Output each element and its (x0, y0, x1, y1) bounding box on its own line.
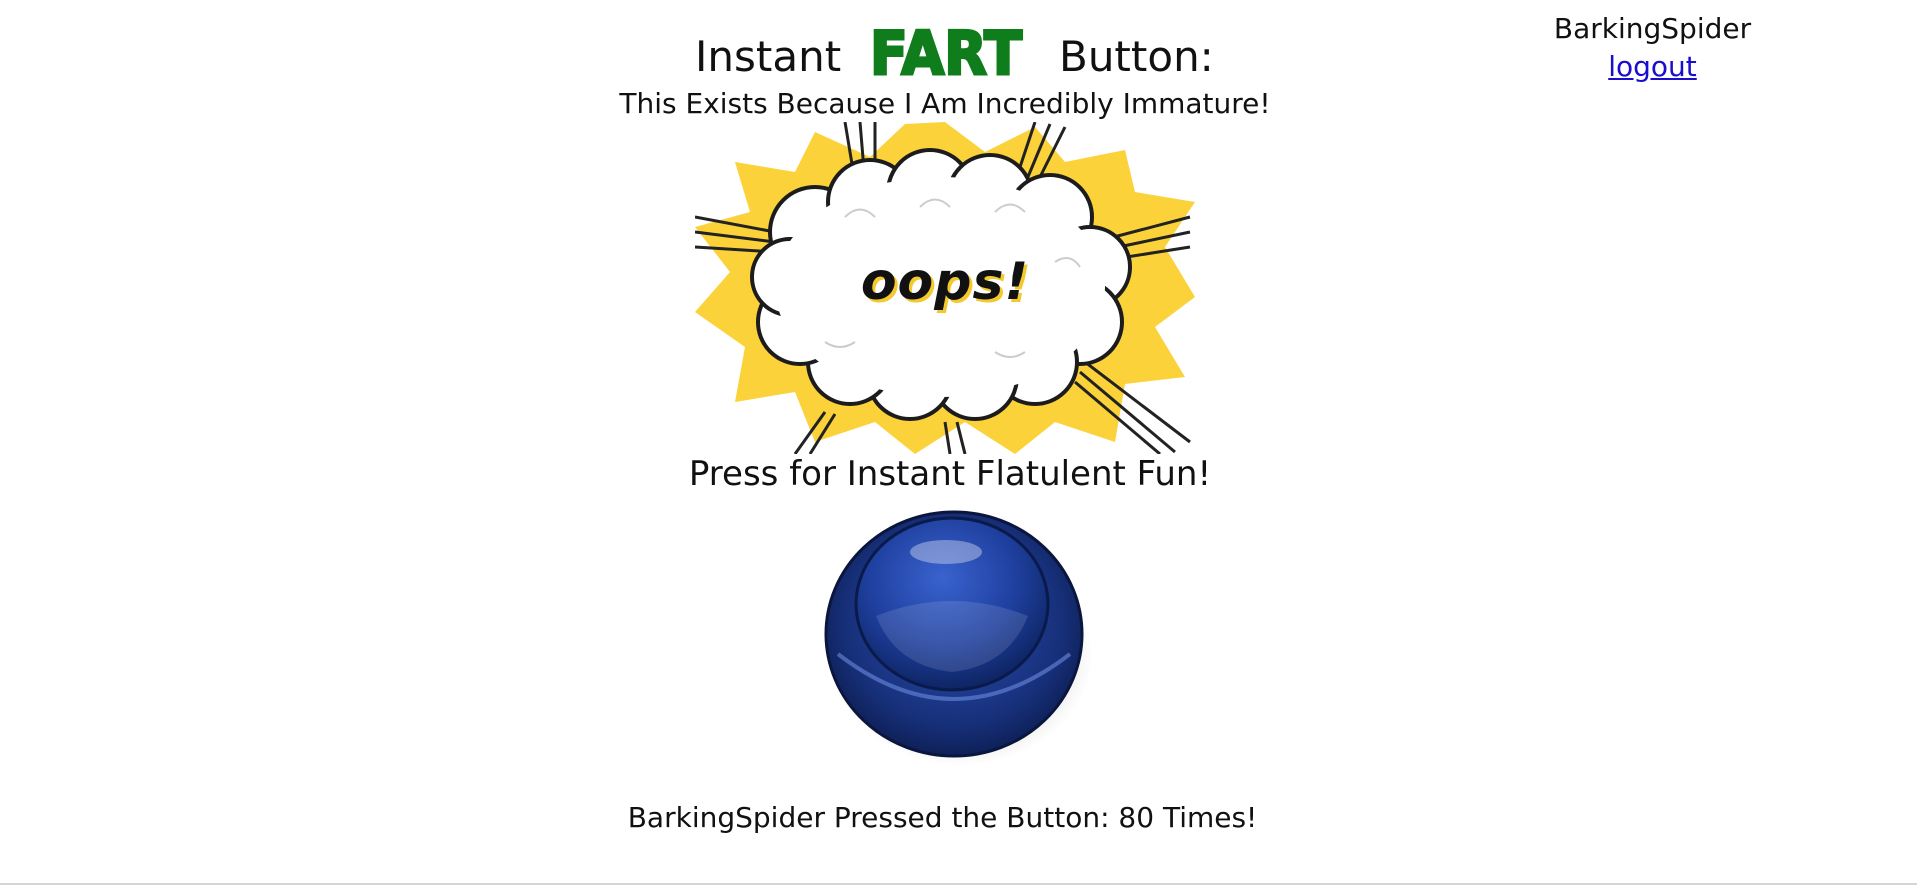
oops-text: oops! (860, 252, 1030, 312)
bottom-divider (0, 883, 1917, 885)
comic-burst-image: oops! (695, 122, 1195, 454)
button-gloss (910, 540, 982, 564)
title-prefix: Instant (695, 32, 842, 81)
logo-wordmark: FART (870, 19, 1022, 78)
title-suffix: Button: (1059, 32, 1214, 81)
fart-logo: FART (866, 8, 1026, 79)
press-instruction: Press for Instant Flatulent Fun! (688, 454, 1212, 494)
fart-button[interactable] (816, 504, 1092, 768)
subtitle: This Exists Because I Am Incredibly Imma… (619, 87, 1271, 120)
page-title: Instant FART Button: (0, 0, 1890, 90)
press-counter: BarkingSpider Pressed the Button: 80 Tim… (627, 801, 1258, 834)
